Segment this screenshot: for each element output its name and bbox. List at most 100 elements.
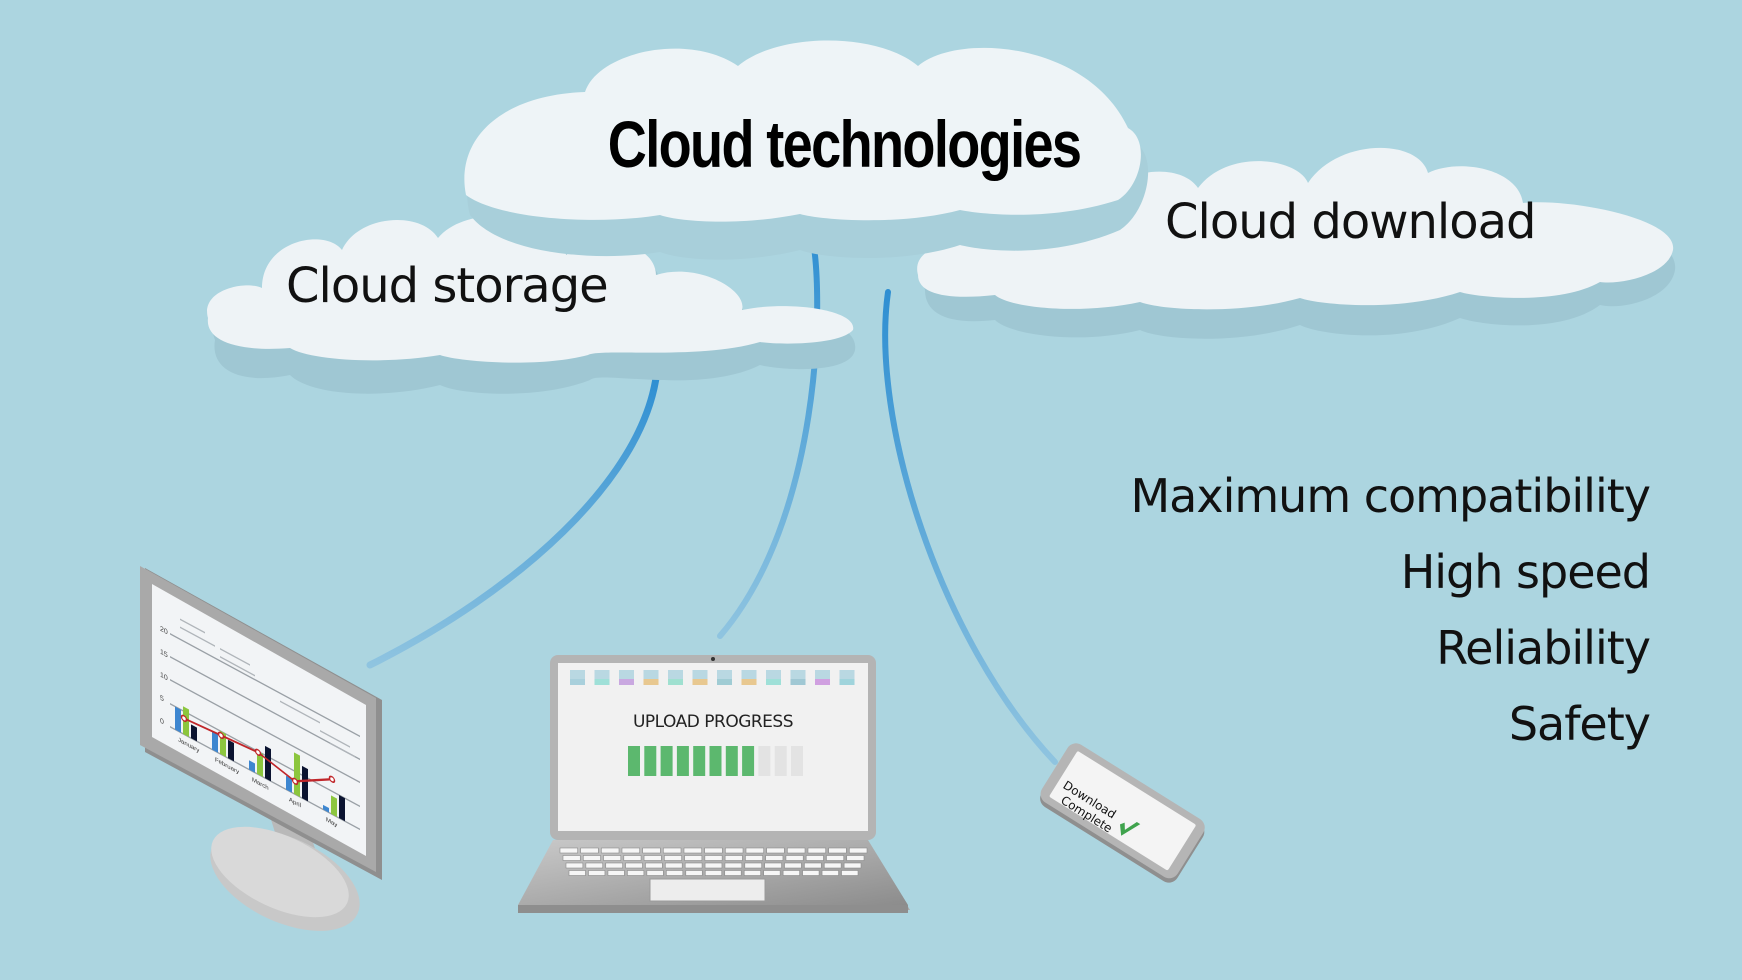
keyboard-key [645,862,663,869]
keyboard-key [627,870,645,876]
app-icon [741,670,757,685]
app-icon [594,670,610,685]
keyboard-key [743,870,761,876]
cloud-storage-label: Cloud storage [286,258,609,314]
keyboard-key [787,847,806,854]
keyboard-key [568,870,586,876]
laptop [518,655,910,913]
keyboard-key [683,847,702,854]
keyboard-key [621,847,640,854]
keyboard-key [765,855,784,861]
keyboard-key [643,855,662,861]
feature-item: Safety [1508,697,1651,751]
keyboard-key [843,862,862,869]
keyboard-key [666,870,684,876]
keyboard-key [607,870,625,876]
chart-bar [339,795,345,822]
keyboard-key [646,870,664,876]
keyboard-key [565,862,584,869]
laptop-touchpad [649,878,766,902]
upload-progress-bar [628,746,803,776]
keyboard-key [744,862,762,869]
wire-to-phone [882,289,1058,765]
app-icon [766,670,781,685]
keyboard-key [663,847,682,854]
app-icon [668,670,683,685]
keyboard-key [562,855,581,861]
keyboard-key [828,847,847,854]
chart-bar [302,765,308,802]
keyboard-key [585,862,604,869]
feature-list: Maximum compatibility High speed Reliabi… [1130,458,1651,762]
keyboard-key [588,870,606,876]
progress-block-filled [725,746,738,776]
keyboard-key [782,870,800,876]
keyboard-key [745,847,764,854]
app-icon [717,670,732,685]
keyboard-key [685,870,703,876]
chart-bar [228,739,234,762]
keyboard-key [802,870,820,876]
keyboard-key [601,847,620,854]
chart-bar [265,745,271,782]
progress-block-filled [676,746,689,776]
keyboard-key [605,862,623,869]
progress-block-filled [644,746,657,776]
chart-bar [294,752,300,797]
keyboard-key [724,862,743,869]
keyboard-key [625,862,643,869]
keyboard-key [724,870,742,876]
cloud-download-label: Cloud download [1165,194,1536,250]
app-icon [692,670,708,685]
keyboard-key [603,855,622,861]
keyboard-key [580,847,599,854]
feature-item: High speed [1400,545,1651,599]
keyboard-key [724,855,743,861]
keyboard-key [725,847,744,854]
chart-bar [331,795,337,817]
keyboard-key [807,847,826,854]
keyboard-key [846,855,865,861]
keyboard-key [704,847,723,854]
progress-block-filled [693,746,706,776]
keyboard-key [821,870,839,876]
keyboard-key [704,855,723,861]
keyboard-key [766,847,785,854]
keyboard-key [849,847,868,854]
feature-item: Reliability [1436,621,1651,675]
keyboard-key [559,847,578,854]
keyboard-key [785,855,804,861]
keyboard-key [623,855,642,861]
chart-bar [175,706,181,733]
feature-item: Maximum compatibility [1130,469,1651,523]
app-icon [790,670,806,685]
app-icon [643,670,659,685]
progress-block-empty [791,746,803,776]
keyboard-key [745,855,763,861]
keyboard-key [704,870,723,876]
progress-block-filled [709,746,722,776]
keyboard-key [763,870,781,876]
keyboard-key [841,870,859,876]
keyboard-key [684,855,703,861]
keyboard-key [665,862,683,869]
progress-block-empty [774,746,787,776]
wire-to-monitor [366,374,660,669]
app-icon [619,670,634,685]
progress-block-filled [628,746,640,776]
keyboard-key [704,862,723,869]
keyboard-key [823,862,842,869]
keyboard-key [804,862,822,869]
progress-block-filled [660,746,673,776]
keyboard-key [764,862,782,869]
keyboard-key [582,855,601,861]
app-icon [570,670,585,685]
keyboard-key [805,855,824,861]
keyboard-key [684,862,703,869]
upload-progress-label: UPLOAD PROGRESS [632,712,794,732]
keyboard-key [826,855,845,861]
main-title: Cloud technologies [607,107,1082,181]
keyboard-key [642,847,661,854]
keyboard-key [784,862,802,869]
app-icon [839,670,855,685]
